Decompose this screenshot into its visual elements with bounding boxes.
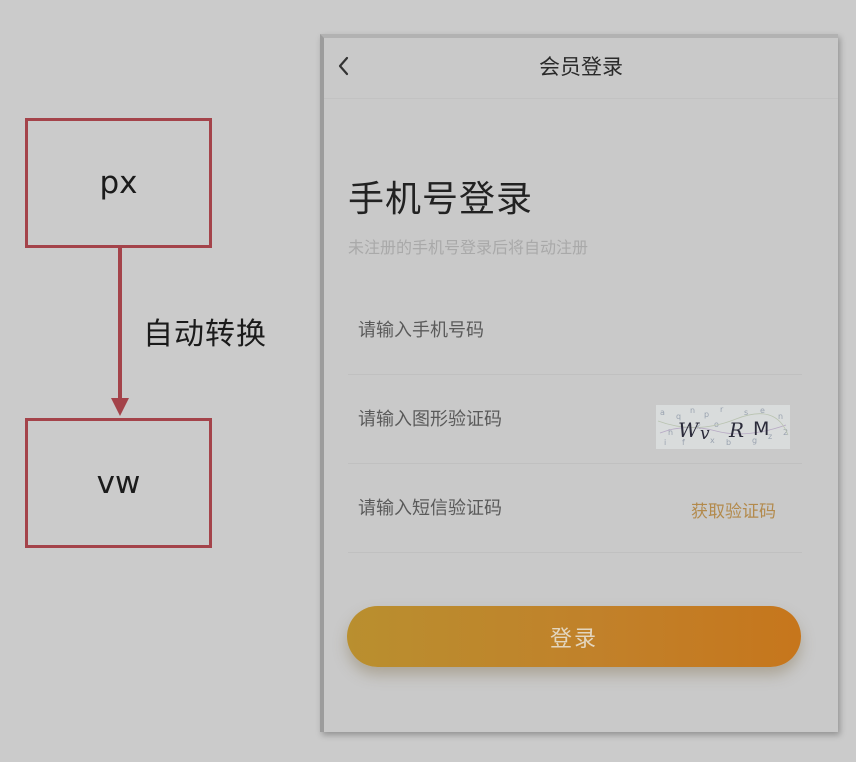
conversion-arrow xyxy=(111,248,129,416)
captcha-field-row: ahq fnk pxr bsg ezn 2io W v R M xyxy=(348,375,802,464)
svg-text:a: a xyxy=(660,408,665,417)
svg-text:R: R xyxy=(728,418,744,442)
page-subtitle: 未注册的手机号登录后将自动注册 xyxy=(348,238,589,257)
svg-text:i: i xyxy=(664,438,666,447)
navbar: 会员登录 xyxy=(324,38,838,99)
phone-field-row xyxy=(348,286,802,375)
vw-box: vw xyxy=(25,418,212,548)
captcha-input[interactable] xyxy=(358,405,618,433)
sms-field-row: 获取验证码 xyxy=(348,464,802,553)
phone-number-input[interactable] xyxy=(358,316,618,344)
captcha-image[interactable]: ahq fnk pxr bsg ezn 2io W v R M xyxy=(656,405,790,449)
get-sms-code-button[interactable]: 获取验证码 xyxy=(691,497,776,522)
px-label: px xyxy=(99,165,138,201)
vw-label: vw xyxy=(96,465,141,501)
svg-text:x: x xyxy=(710,436,715,445)
svg-text:W: W xyxy=(678,418,700,442)
svg-text:n: n xyxy=(778,412,783,421)
svg-text:n: n xyxy=(690,406,695,415)
login-button[interactable]: 登录 xyxy=(347,606,801,667)
arrow-label: 自动转换 xyxy=(143,317,267,352)
phone-screen: 会员登录 手机号登录 未注册的手机号登录后将自动注册 ahq fnk pxr b… xyxy=(320,34,838,732)
svg-text:M: M xyxy=(753,418,769,440)
px-box: px xyxy=(25,118,212,248)
svg-text:p: p xyxy=(704,410,709,419)
svg-text:v: v xyxy=(700,424,710,444)
sms-code-input[interactable] xyxy=(358,494,618,522)
page-title: 手机号登录 xyxy=(348,179,534,220)
nav-title: 会员登录 xyxy=(539,55,623,79)
